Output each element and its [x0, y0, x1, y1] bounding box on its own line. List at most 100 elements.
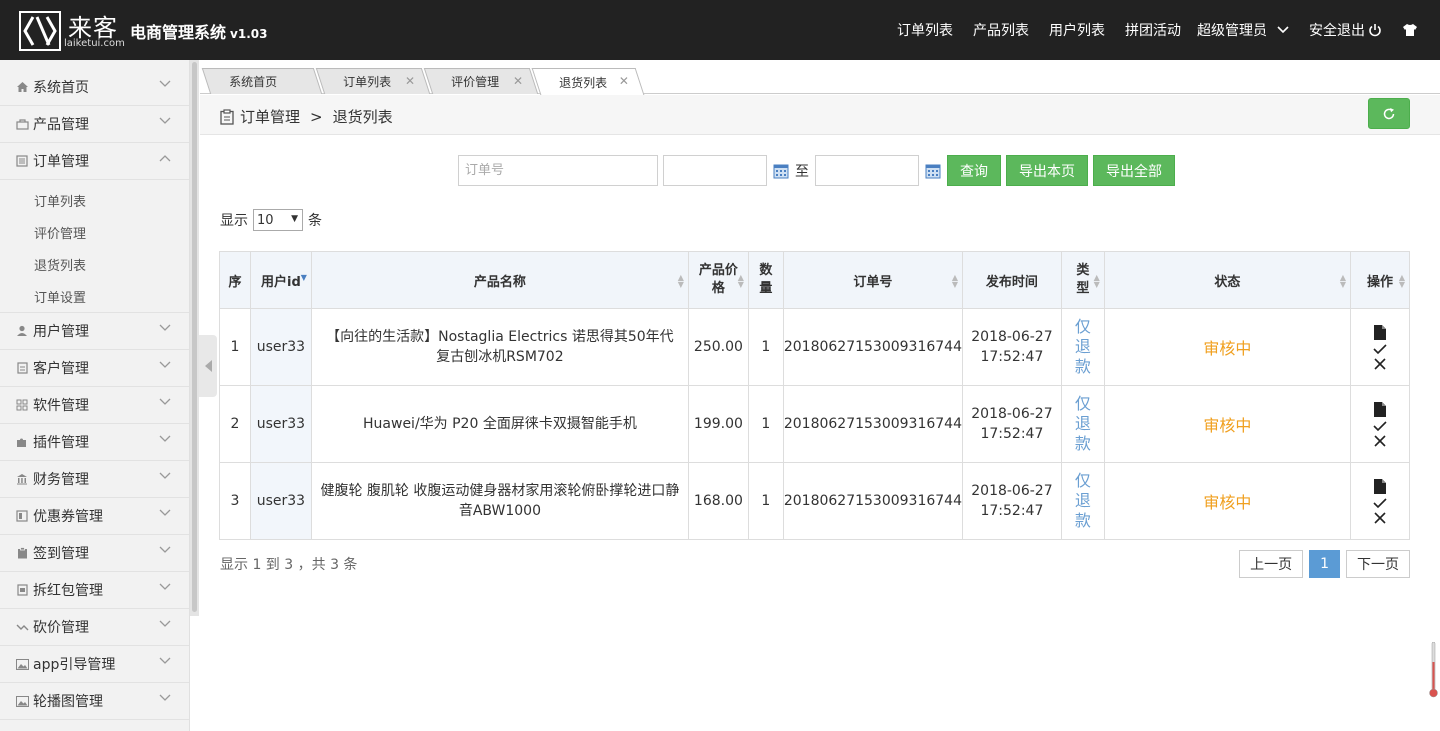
top-nav: 订单列表 产品列表 用户列表 拼团活动 超级管理员 安全退出 — [897, 0, 1440, 60]
status-text: 审核中 — [1203, 493, 1252, 512]
col-status[interactable]: 状态 ▲ ▼ — [1103, 251, 1352, 309]
sort-icon: ▲ ▼ — [677, 273, 684, 289]
sidebar-item-user[interactable]: 用户管理 — [0, 313, 189, 350]
submenu-order-settings[interactable]: 订单设置 — [0, 280, 189, 312]
submenu-order-list[interactable]: 订单列表 — [0, 184, 189, 216]
end-date-input[interactable] — [815, 155, 919, 186]
cell-actions — [1350, 385, 1410, 463]
query-button[interactable]: 查询 — [947, 155, 1001, 186]
top-bar: 来客 laiketui.com 电商管理系统 v1.03 订单列表 产品列表 用户… — [0, 0, 1440, 60]
nav-order-list[interactable]: 订单列表 — [897, 20, 953, 40]
document-icon[interactable] — [1374, 401, 1387, 417]
date-text: 2018-06-27 — [971, 406, 1053, 422]
skin-button[interactable] — [1402, 23, 1418, 37]
col-qty[interactable]: 数量 — [747, 251, 784, 309]
logout-button[interactable]: 安全退出 — [1309, 20, 1382, 40]
sidebar-item-product[interactable]: 产品管理 — [0, 106, 189, 143]
chevron-down-icon — [159, 117, 171, 124]
coupon-icon — [15, 509, 29, 523]
table-row: 3 user33 健腹轮 腹肌轮 收腹运动健身器材家用滚轮俯卧撑轮进口静音ABW… — [219, 462, 1410, 540]
sidebar-item-plugin[interactable]: 插件管理 — [0, 424, 189, 461]
check-icon[interactable] — [1373, 420, 1387, 432]
page-size-select[interactable]: 10 ▼ — [253, 209, 303, 231]
prev-page-button[interactable]: 上一页 — [1239, 550, 1304, 578]
sidebar-item-label: 客户管理 — [33, 361, 89, 377]
cell-index: 1 — [219, 308, 251, 386]
export-page-button[interactable]: 导出本页 — [1006, 155, 1088, 186]
sidebar-item-software[interactable]: 软件管理 — [0, 387, 189, 424]
tab-order-list[interactable]: 订单列表 ✕ — [315, 68, 431, 94]
next-page-button[interactable]: 下一页 — [1346, 550, 1410, 578]
col-price[interactable]: 产品价格 ▲ ▼ — [687, 251, 749, 309]
trend-icon — [15, 620, 29, 634]
close-icon[interactable] — [1374, 511, 1386, 524]
col-type[interactable]: 类型 ▲ ▼ — [1060, 251, 1105, 309]
chevron-down-icon — [1277, 26, 1289, 34]
nav-product-list[interactable]: 产品列表 — [973, 20, 1029, 40]
close-icon[interactable] — [1374, 434, 1386, 447]
close-icon[interactable]: ✕ — [619, 74, 629, 88]
cell-actions — [1350, 462, 1410, 540]
sidebar-item-carousel[interactable]: 轮播图管理 — [0, 683, 189, 720]
col-order-no[interactable]: 订单号 ▲ ▼ — [782, 251, 964, 309]
sidebar-item-app-guide[interactable]: app引导管理 — [0, 646, 189, 683]
export-all-button[interactable]: 导出全部 — [1093, 155, 1175, 186]
close-icon[interactable] — [1374, 357, 1386, 370]
calendar-icon[interactable] — [925, 163, 941, 179]
cell-type: 仅退款 — [1060, 462, 1105, 540]
sidebar-item-signin[interactable]: 签到管理 — [0, 535, 189, 572]
cell-price: 168.00 — [687, 462, 749, 540]
close-icon[interactable]: ✕ — [405, 74, 415, 88]
sidebar-scrollbar[interactable] — [190, 60, 199, 616]
document-icon[interactable] — [1374, 478, 1387, 494]
breadcrumb-parent[interactable]: 订单管理 — [240, 106, 300, 127]
cell-index: 2 — [219, 385, 251, 463]
submenu-returns[interactable]: 退货列表 — [0, 248, 189, 280]
check-icon[interactable] — [1373, 497, 1387, 509]
nav-group-buy[interactable]: 拼团活动 — [1125, 20, 1181, 40]
page-1-button[interactable]: 1 — [1309, 550, 1340, 578]
cell-order-no: 20180627153009316744 — [782, 385, 964, 463]
cell-time: 2018-06-27 17:52:47 — [962, 385, 1062, 463]
type-link[interactable]: 仅退款 — [1074, 394, 1092, 454]
sidebar-item-redpacket[interactable]: 拆红包管理 — [0, 572, 189, 609]
sidebar-item-finance[interactable]: 财务管理 — [0, 461, 189, 498]
nav-user-list[interactable]: 用户列表 — [1049, 20, 1105, 40]
tab-returns[interactable]: 退货列表 ✕ — [531, 68, 645, 95]
sidebar-item-order[interactable]: 订单管理 — [0, 143, 189, 180]
sidebar-item-coupon[interactable]: 优惠券管理 — [0, 498, 189, 535]
header-label: 发布时间 — [985, 274, 1038, 290]
start-date-input[interactable] — [663, 155, 767, 186]
chevron-up-icon — [159, 155, 171, 162]
cell-product-name: 【向往的生活款】Nostaglia Electrics 诺思得其50年代复古刨冰… — [310, 308, 689, 386]
admin-menu[interactable]: 超级管理员 — [1197, 20, 1289, 40]
chevron-down-icon — [159, 657, 171, 664]
table-row: 2 user33 Huawei/华为 P20 全面屏徕卡双摄智能手机 199.0… — [219, 385, 1410, 463]
breadcrumb-separator: > — [310, 107, 323, 126]
refresh-button[interactable] — [1368, 98, 1410, 129]
sidebar-item-customer[interactable]: 客户管理 — [0, 350, 189, 387]
type-link[interactable]: 仅退款 — [1074, 317, 1092, 377]
calendar-icon[interactable] — [773, 163, 789, 179]
sidebar-item-bargain[interactable]: 砍价管理 — [0, 609, 189, 646]
order-no-input[interactable] — [458, 155, 658, 186]
system-title-text: 电商管理系统 — [130, 23, 227, 42]
user-icon — [15, 324, 29, 338]
type-link[interactable]: 仅退款 — [1074, 471, 1092, 531]
tab-home[interactable]: 系统首页 — [201, 68, 323, 94]
close-icon[interactable]: ✕ — [513, 74, 523, 88]
check-icon[interactable] — [1373, 343, 1387, 355]
col-product-name[interactable]: 产品名称 ▲ ▼ — [310, 251, 689, 309]
col-time[interactable]: 发布时间 — [962, 251, 1062, 309]
bag-icon — [15, 117, 29, 131]
sidebar-item-home[interactable]: 系统首页 — [0, 69, 189, 106]
document-icon[interactable] — [1374, 324, 1387, 340]
logo-icon — [19, 11, 61, 51]
sidebar-item-label: 软件管理 — [33, 398, 89, 414]
scrollbar-thumb[interactable] — [192, 62, 197, 612]
tab-review[interactable]: 评价管理 ✕ — [423, 68, 539, 94]
table-row: 1 user33 【向往的生活款】Nostaglia Electrics 诺思得… — [219, 308, 1410, 386]
submenu-review[interactable]: 评价管理 — [0, 216, 189, 248]
sidebar-collapse-handle[interactable] — [199, 335, 217, 397]
col-user-id[interactable]: 用户id ▼ — [249, 251, 312, 309]
